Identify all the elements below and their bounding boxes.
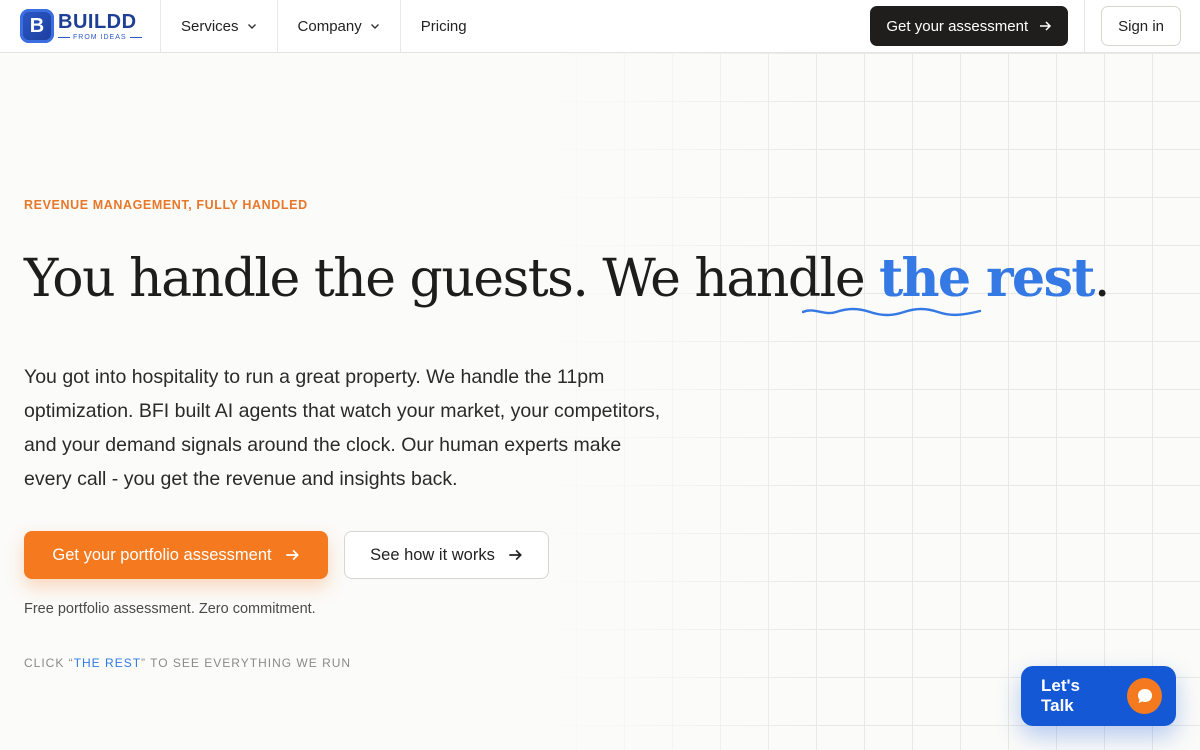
- portfolio-assessment-button[interactable]: Get your portfolio assessment: [24, 531, 328, 579]
- hero-headline: You handle the guests. We handle the res…: [24, 248, 1111, 309]
- squiggle-underline: [802, 307, 982, 317]
- brand-logo[interactable]: B BUILDD FROM IDEAS: [0, 0, 161, 52]
- chat-label: Let's Talk: [1041, 676, 1080, 715]
- the-rest-link[interactable]: the rest: [879, 248, 1095, 309]
- nav-pricing[interactable]: Pricing: [401, 0, 487, 52]
- the-rest-hint: CLICK “THE REST” TO SEE EVERYTHING WE RU…: [24, 656, 351, 670]
- sign-in-button[interactable]: Sign in: [1101, 6, 1181, 46]
- hero-eyebrow: REVENUE MANAGEMENT, FULLY HANDLED: [24, 198, 308, 212]
- see-how-it-works-label: See how it works: [370, 545, 495, 564]
- logo-text: BUILDD FROM IDEAS: [58, 12, 142, 41]
- portfolio-assessment-label: Get your portfolio assessment: [52, 545, 272, 564]
- logo-name: BUILDD: [58, 10, 137, 33]
- arrow-right-icon: [1040, 21, 1052, 31]
- see-how-it-works-button[interactable]: See how it works: [344, 531, 549, 579]
- hero-lede: You got into hospitality to run a great …: [24, 366, 661, 490]
- hint-suffix: ” TO SEE EVERYTHING WE RUN: [141, 656, 352, 670]
- nav-services-label: Services: [181, 17, 239, 35]
- hint-prefix: CLICK “: [24, 656, 74, 670]
- assessment-note: Free portfolio assessment. Zero commitme…: [24, 601, 316, 617]
- hint-link[interactable]: THE REST: [74, 656, 141, 670]
- nav-company[interactable]: Company: [278, 0, 401, 52]
- logo-badge-icon: B: [20, 9, 54, 43]
- nav-pricing-label: Pricing: [420, 17, 467, 35]
- site-header: B BUILDD FROM IDEAS Services Company Pri…: [0, 0, 1200, 53]
- headline-end: .: [1093, 249, 1111, 309]
- nav-company-label: Company: [297, 17, 362, 35]
- chevron-down-icon: [370, 24, 379, 29]
- arrow-right-icon: [509, 549, 522, 561]
- chat-bubble-icon: [1127, 678, 1162, 714]
- chevron-down-icon: [247, 24, 256, 29]
- header-divider: [1084, 0, 1086, 53]
- headline-main: You handle the guests. We handle: [24, 249, 880, 309]
- header-actions: Get your assessment Sign in: [870, 0, 1200, 53]
- logo-tagline: FROM IDEAS: [58, 34, 142, 41]
- get-assessment-button[interactable]: Get your assessment: [870, 6, 1069, 46]
- lets-talk-chat-button[interactable]: Let's Talk: [1021, 666, 1176, 726]
- nav-services[interactable]: Services: [161, 0, 278, 52]
- get-assessment-label: Get your assessment: [886, 17, 1029, 35]
- arrow-right-icon: [285, 549, 299, 561]
